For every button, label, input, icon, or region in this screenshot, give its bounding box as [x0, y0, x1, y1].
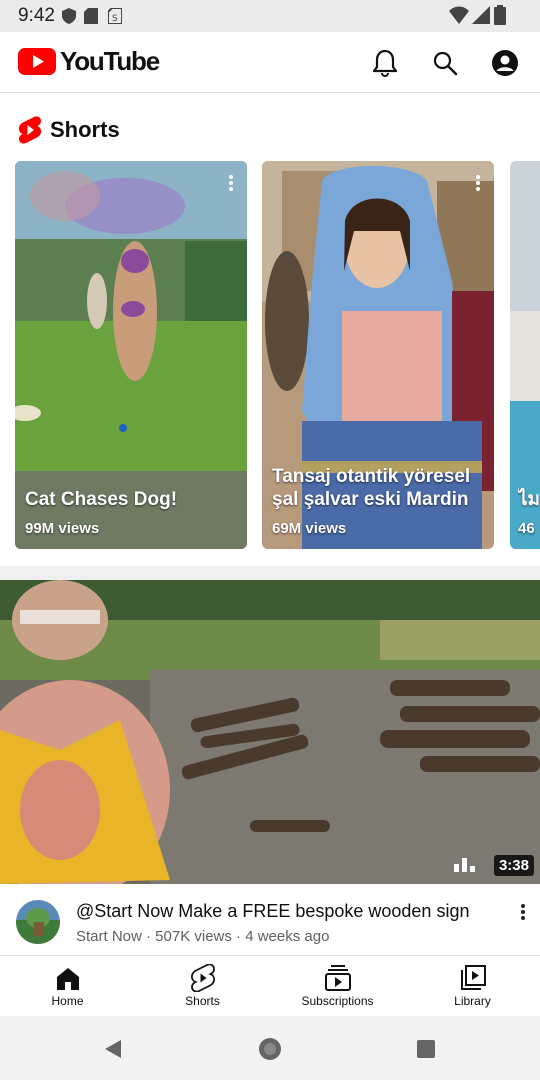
- channel-avatar[interactable]: [16, 900, 60, 944]
- home-icon: [56, 968, 79, 990]
- home-circle-icon: [259, 1038, 281, 1060]
- more-vert-icon: [476, 175, 480, 191]
- video-duration: 3:38: [493, 855, 534, 876]
- short-views: 69M views: [272, 520, 347, 537]
- nav-shorts-label: Shorts: [185, 994, 220, 1008]
- short-views: 99M views: [25, 520, 100, 537]
- channel-avatar-image: [16, 900, 60, 944]
- nav-library[interactable]: Library: [405, 956, 540, 1016]
- short-more-button[interactable]: [219, 169, 243, 197]
- notifications-button[interactable]: [364, 42, 406, 84]
- nav-home[interactable]: Home: [0, 956, 135, 1016]
- library-icon: [460, 965, 486, 990]
- youtube-logo[interactable]: YouTube: [18, 45, 160, 76]
- status-bar: 9:42 S: [0, 0, 540, 32]
- nav-shorts[interactable]: Shorts: [135, 956, 270, 1016]
- short-card[interactable]: Tansaj otantik yöresel şal şalvar eski M…: [262, 161, 494, 549]
- account-button[interactable]: [484, 42, 526, 84]
- app-bar: YouTube: [0, 32, 540, 93]
- account-icon: [492, 50, 518, 76]
- wifi-icon: [449, 6, 469, 24]
- short-more-button[interactable]: [466, 169, 490, 197]
- more-vert-icon: [521, 904, 525, 920]
- section-divider: [0, 566, 540, 580]
- bottom-navigation: Home Shorts Subscriptions Library: [0, 955, 540, 1016]
- system-recents-button[interactable]: [411, 1034, 441, 1064]
- nav-home-label: Home: [51, 994, 84, 1008]
- video-more-button[interactable]: [510, 898, 536, 926]
- shorts-header: Shorts: [18, 116, 120, 144]
- search-button[interactable]: [424, 42, 466, 84]
- sd-card-icon: [84, 8, 98, 24]
- system-navigation-bar: [0, 1016, 540, 1080]
- system-back-button[interactable]: [98, 1034, 128, 1064]
- video-meta: Start Now · 507K views · 4 weeks ago: [76, 928, 330, 945]
- status-time: 9:42: [18, 5, 55, 26]
- sound-bars-icon: [454, 858, 475, 872]
- video-title[interactable]: @Start Now Make a FREE bespoke wooden si…: [76, 900, 496, 922]
- nav-subscriptions[interactable]: Subscriptions: [270, 956, 405, 1016]
- signal-icon: [472, 6, 490, 24]
- shorts-section-title: Shorts: [50, 117, 120, 142]
- svg-text:S: S: [112, 14, 118, 24]
- nav-subscriptions-label: Subscriptions: [301, 994, 374, 1008]
- short-title: Cat Chases Dog!: [25, 489, 178, 510]
- short-card[interactable]: Cat Chases Dog! 99M views: [15, 161, 247, 549]
- search-icon: [433, 51, 458, 76]
- battery-icon: [494, 5, 506, 25]
- more-vert-icon: [229, 175, 233, 191]
- video-thumbnail-image: [0, 580, 540, 884]
- short-title: ไม: [518, 489, 540, 510]
- video-thumbnail[interactable]: 3:38: [0, 580, 540, 884]
- recents-square-icon: [417, 1040, 435, 1058]
- short-card[interactable]: ไม 46: [510, 161, 540, 549]
- sim-icon: S: [108, 8, 122, 24]
- back-triangle-icon: [105, 1040, 121, 1058]
- youtube-play-icon: [18, 47, 56, 75]
- short-title: Tansaj otantik yöresel şal şalvar eski M…: [272, 466, 471, 510]
- short-views: 46: [518, 520, 535, 537]
- bell-icon: [373, 49, 397, 77]
- shorts-logo-icon: [18, 116, 42, 144]
- logo-text: YouTube: [60, 45, 160, 76]
- shield-icon: [62, 8, 76, 24]
- nav-library-label: Library: [454, 994, 491, 1008]
- subscriptions-icon: [324, 965, 351, 991]
- shorts-icon: [190, 964, 215, 992]
- system-home-button[interactable]: [255, 1034, 285, 1064]
